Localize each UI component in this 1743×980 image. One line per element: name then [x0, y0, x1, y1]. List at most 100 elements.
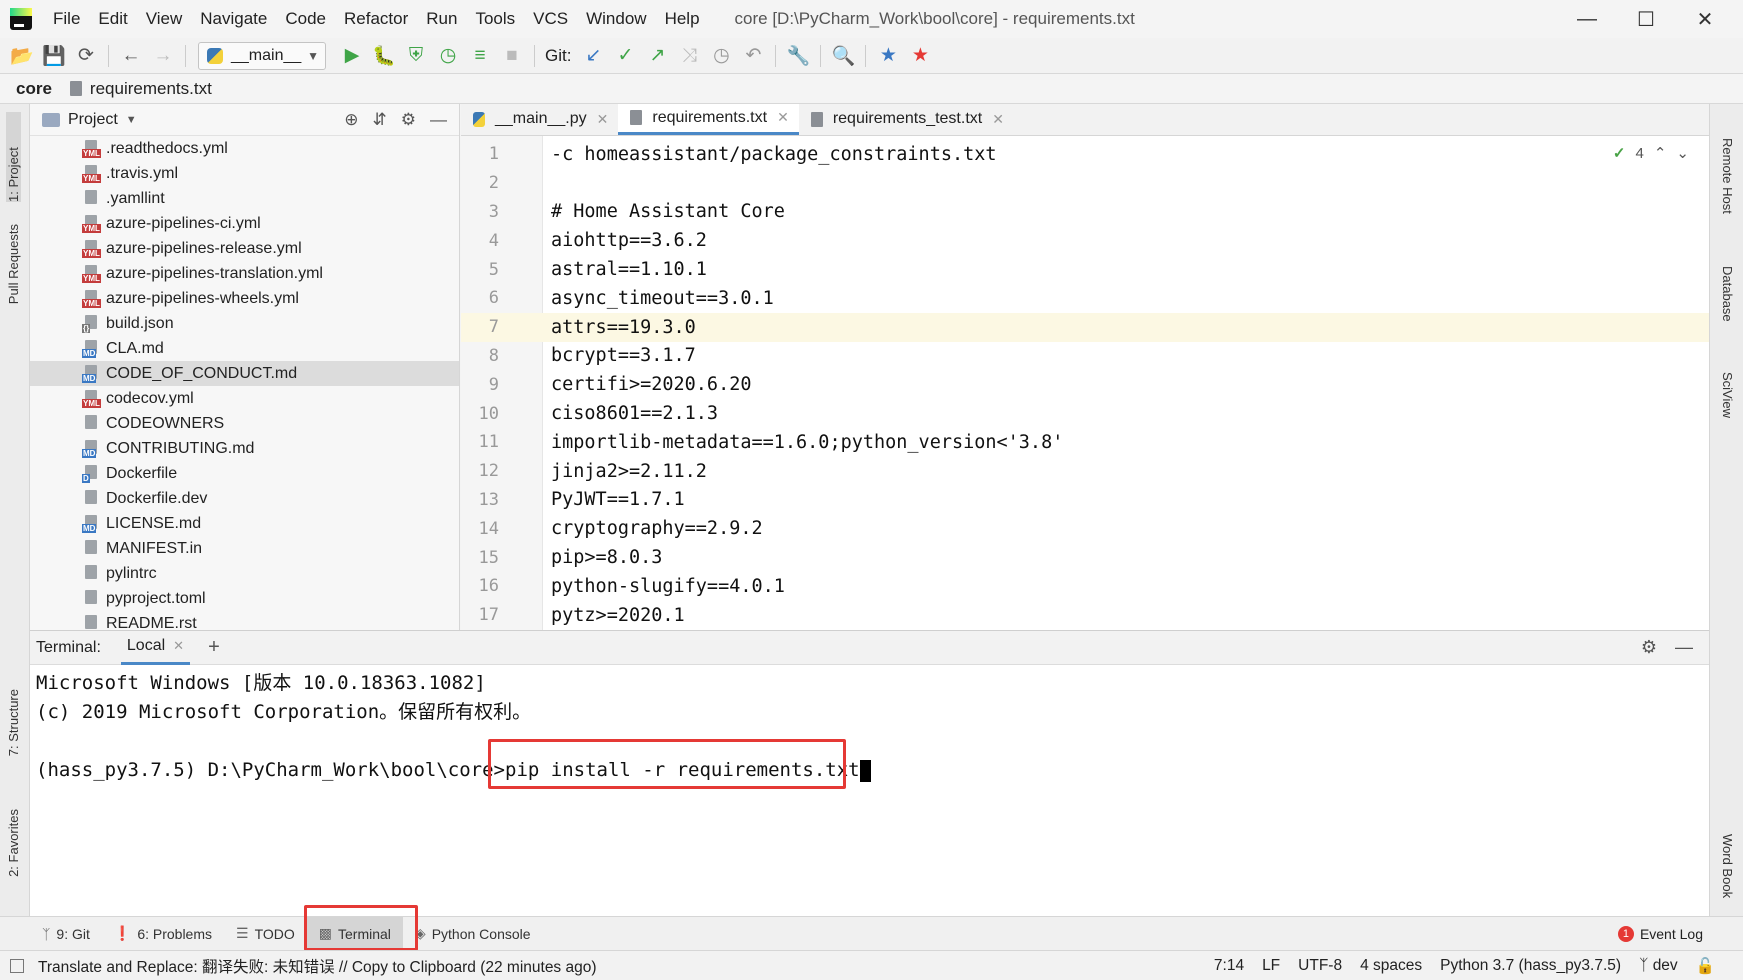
tool-tab-problems[interactable]: ❗ 6: Problems	[102, 917, 224, 951]
gear-icon[interactable]: ⚙	[401, 110, 416, 130]
minimize-icon[interactable]: —	[1558, 0, 1616, 38]
code-line[interactable]: 13 PyJWT==1.7.1	[461, 486, 1709, 515]
close-tab-icon[interactable]: ✕	[173, 638, 184, 654]
lock-icon[interactable]: 🔓	[1696, 957, 1715, 976]
translate-icon[interactable]: ★	[872, 40, 904, 72]
tool-tab-pull-requests[interactable]: Pull Requests	[6, 224, 21, 304]
tree-item[interactable]: MD LICENSE.md	[30, 511, 459, 536]
tree-item[interactable]: YML .travis.yml	[30, 161, 459, 186]
line-separator[interactable]: LF	[1262, 957, 1280, 975]
tree-item[interactable]: MANIFEST.in	[30, 536, 459, 561]
menu-help[interactable]: Help	[656, 0, 709, 38]
run-with-coverage-icon[interactable]: ⛨	[400, 40, 432, 72]
settings-wrench-icon[interactable]: 🔧	[782, 40, 814, 72]
git-push-icon[interactable]: ↗	[641, 40, 673, 72]
project-title[interactable]: Project	[68, 111, 118, 129]
tool-tab-word-book[interactable]: Word Book	[1720, 834, 1735, 898]
indent-setting[interactable]: 4 spaces	[1360, 957, 1422, 975]
code-line[interactable]: 10 ciso8601==2.1.3	[461, 399, 1709, 428]
code-line[interactable]: 16 python-slugify==4.0.1	[461, 572, 1709, 601]
translate-replace-icon[interactable]: ★	[904, 40, 936, 72]
tool-tab-structure[interactable]: 7: Structure	[6, 689, 21, 756]
back-icon[interactable]: ←	[115, 40, 147, 72]
code-line[interactable]: 1 -c homeassistant/package_constraints.tx…	[461, 140, 1709, 169]
menu-refactor[interactable]: Refactor	[335, 0, 417, 38]
run-config-selector[interactable]: __main__ ▼	[198, 41, 326, 70]
git-branch[interactable]: ᛉ dev	[1639, 957, 1678, 975]
menu-run[interactable]: Run	[417, 0, 466, 38]
toggle-tool-windows-icon[interactable]	[10, 958, 24, 973]
event-log-button[interactable]: 1 Event Log	[1617, 917, 1703, 951]
hide-icon[interactable]: —	[430, 110, 447, 130]
code-line[interactable]: 4 aiohttp==3.6.2	[461, 226, 1709, 255]
tool-tab-todo[interactable]: ☰ TODO	[224, 917, 307, 951]
breadcrumb-root[interactable]: core	[16, 79, 52, 99]
git-compare-icon[interactable]: ⤨	[673, 40, 705, 72]
run-icon[interactable]: ▶	[336, 40, 368, 72]
code-line[interactable]: 3 # Home Assistant Core	[461, 198, 1709, 227]
close-icon[interactable]: ✕	[1676, 0, 1734, 38]
tree-item[interactable]: CODEOWNERS	[30, 411, 459, 436]
tree-item[interactable]: .yamllint	[30, 186, 459, 211]
code-line[interactable]: 15 pip>=8.0.3	[461, 543, 1709, 572]
search-icon[interactable]: 🔍	[827, 40, 859, 72]
status-message[interactable]: Translate and Replace: 翻译失败: 未知错误 // Cop…	[38, 955, 597, 977]
code-line[interactable]: 2	[461, 169, 1709, 198]
tool-tab-database[interactable]: Database	[1720, 266, 1735, 322]
collapse-all-icon[interactable]: ⇵	[373, 110, 387, 130]
menu-tools[interactable]: Tools	[466, 0, 524, 38]
menu-navigate[interactable]: Navigate	[191, 0, 276, 38]
file-encoding[interactable]: UTF-8	[1298, 957, 1342, 975]
gear-icon[interactable]: ⚙	[1641, 637, 1657, 658]
open-folder-icon[interactable]: 📂	[6, 40, 38, 72]
tree-item[interactable]: MD CLA.md	[30, 336, 459, 361]
code-line[interactable]: 11 importlib-metadata==1.6.0;python_versi…	[461, 428, 1709, 457]
debug-icon[interactable]: 🐛	[368, 40, 400, 72]
git-commit-icon[interactable]: ✓	[609, 40, 641, 72]
tree-item[interactable]: YML .readthedocs.yml	[30, 136, 459, 161]
chevron-down-icon[interactable]: ▼	[126, 114, 137, 126]
tree-item[interactable]: YML codecov.yml	[30, 386, 459, 411]
tree-item[interactable]: D Dockerfile	[30, 461, 459, 486]
terminal-output[interactable]: Microsoft Windows [版本 10.0.18363.1082] (…	[30, 665, 1709, 789]
tree-item[interactable]: MD CONTRIBUTING.md	[30, 436, 459, 461]
tab-requirements[interactable]: requirements.txt ✕	[618, 104, 799, 135]
caret-position[interactable]: 7:14	[1214, 957, 1244, 975]
tree-item[interactable]: pylintrc	[30, 561, 459, 586]
concurrency-icon[interactable]: ≡	[464, 40, 496, 72]
tree-item[interactable]: YML azure-pipelines-ci.yml	[30, 211, 459, 236]
hide-icon[interactable]: —	[1675, 637, 1693, 658]
profile-icon[interactable]: ◷	[432, 40, 464, 72]
code-line[interactable]: 9 certifi>=2020.6.20	[461, 370, 1709, 399]
forward-icon[interactable]: →	[147, 40, 179, 72]
breadcrumb-file[interactable]: requirements.txt	[90, 79, 212, 99]
tree-item[interactable]: YML azure-pipelines-release.yml	[30, 236, 459, 261]
menu-file[interactable]: File	[44, 0, 89, 38]
tree-item[interactable]: YML azure-pipelines-translation.yml	[30, 261, 459, 286]
stop-icon[interactable]: ■	[496, 40, 528, 72]
close-tab-icon[interactable]: ✕	[777, 109, 789, 126]
terminal-tab-local[interactable]: Local ✕	[120, 631, 191, 665]
git-history-icon[interactable]: ◷	[705, 40, 737, 72]
tool-tab-favorites[interactable]: 2: Favorites	[6, 809, 21, 877]
save-all-icon[interactable]: 💾	[38, 40, 70, 72]
terminal-command-line[interactable]: (hass_py3.7.5) D:\PyCharm_Work\bool\core…	[36, 756, 1703, 785]
git-update-icon[interactable]: ↙	[577, 40, 609, 72]
code-line[interactable]: 6 async_timeout==3.0.1	[461, 284, 1709, 313]
tree-item[interactable]: YML azure-pipelines-wheels.yml	[30, 286, 459, 311]
synchronize-icon[interactable]: ⟳	[70, 40, 102, 72]
python-interpreter[interactable]: Python 3.7 (hass_py3.7.5)	[1440, 957, 1621, 975]
tool-tab-git[interactable]: ᛉ 9: Git	[30, 917, 102, 951]
tool-tab-project[interactable]: 1: Project	[6, 112, 21, 202]
code-line[interactable]: 8 bcrypt==3.1.7	[461, 342, 1709, 371]
tree-item[interactable]: {} build.json	[30, 311, 459, 336]
menu-window[interactable]: Window	[577, 0, 655, 38]
maximize-icon[interactable]: ☐	[1617, 0, 1675, 38]
tree-item[interactable]: pyproject.toml	[30, 586, 459, 611]
code-line[interactable]: 5 astral==1.10.1	[461, 255, 1709, 284]
menu-vcs[interactable]: VCS	[524, 0, 577, 38]
tool-tab-remote-host[interactable]: Remote Host	[1720, 138, 1735, 214]
tab-main-py[interactable]: __main__.py ✕	[461, 104, 618, 135]
tree-item[interactable]: MD CODE_OF_CONDUCT.md	[30, 361, 459, 386]
tool-tab-python-console[interactable]: ◈ Python Console	[403, 917, 543, 951]
